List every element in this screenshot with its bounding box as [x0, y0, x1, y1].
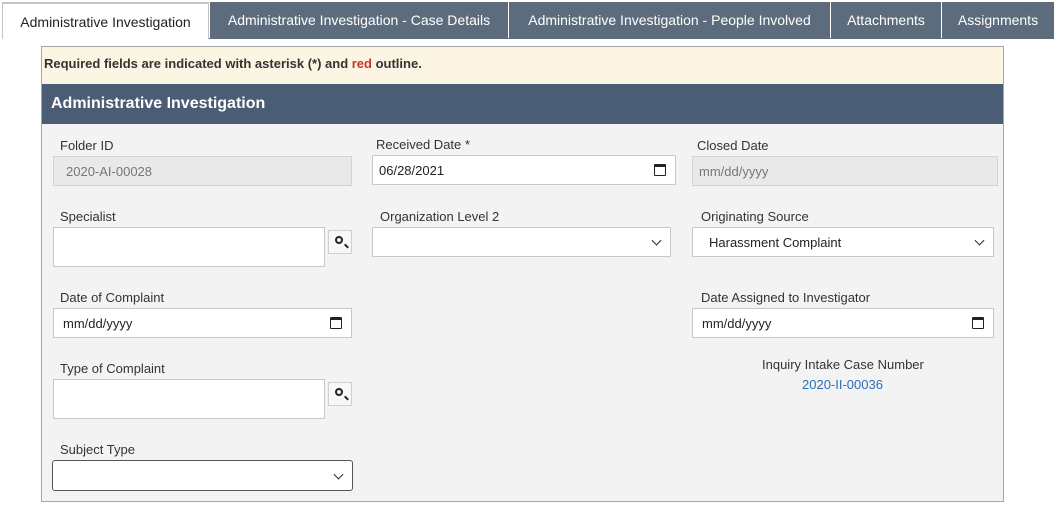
tab-administrative-investigation[interactable]: Administrative Investigation: [2, 2, 209, 39]
date-of-complaint-label: Date of Complaint: [60, 290, 165, 305]
originating-source-value: Harassment Complaint: [709, 234, 842, 250]
chevron-down-icon: [651, 235, 662, 246]
folder-id-value: 2020-AI-00028: [66, 163, 153, 179]
specialist-field[interactable]: [53, 227, 325, 267]
date-assigned-value: mm/dd/yyyy: [702, 315, 772, 331]
date-assigned-field[interactable]: mm/dd/yyyy: [692, 308, 994, 338]
tab-people-involved[interactable]: Administrative Investigation - People In…: [508, 2, 830, 39]
inquiry-intake-link[interactable]: 2020-II-00036: [802, 377, 883, 392]
date-assigned-label: Date Assigned to Investigator: [701, 290, 871, 305]
calendar-icon[interactable]: [330, 317, 342, 329]
type-of-complaint-field[interactable]: [53, 379, 325, 419]
required-fields-notice: Required fields are indicated with aster…: [42, 47, 1003, 84]
type-of-complaint-search-button[interactable]: [328, 382, 352, 406]
tab-attachments[interactable]: Attachments: [830, 2, 941, 39]
tab-bar: Administrative Investigation Administrat…: [0, 0, 1054, 39]
chevron-down-icon: [333, 469, 344, 480]
folder-id-field: 2020-AI-00028: [53, 156, 352, 186]
org-level-2-label: Organization Level 2: [380, 209, 500, 224]
calendar-icon[interactable]: [972, 317, 984, 329]
received-date-field[interactable]: 06/28/2021: [372, 155, 676, 185]
section-title: Administrative Investigation: [42, 84, 1003, 124]
chevron-down-icon: [974, 235, 985, 246]
calendar-icon[interactable]: [654, 164, 666, 176]
specialist-search-button[interactable]: [328, 230, 352, 254]
subject-type-select[interactable]: [52, 460, 353, 491]
notice-suffix: outline.: [371, 56, 422, 71]
notice-red-word: red: [351, 56, 372, 71]
tab-assignments[interactable]: Assignments: [941, 2, 1054, 39]
form-panel: Required fields are indicated with aster…: [41, 46, 1004, 502]
date-of-complaint-field[interactable]: mm/dd/yyyy: [53, 308, 352, 338]
type-of-complaint-label: Type of Complaint: [60, 361, 165, 376]
closed-date-field: mm/dd/yyyy: [692, 156, 998, 186]
tab-case-details[interactable]: Administrative Investigation - Case Deta…: [209, 2, 508, 39]
search-icon: [335, 388, 343, 396]
received-date-label: Received Date *: [376, 137, 470, 152]
date-of-complaint-value: mm/dd/yyyy: [63, 315, 133, 331]
notice-prefix: Required fields are indicated with aster…: [44, 56, 352, 71]
received-date-value: 06/28/2021: [379, 162, 445, 178]
org-level-2-select[interactable]: [372, 227, 671, 257]
closed-date-label: Closed Date: [697, 138, 769, 153]
inquiry-intake-label: Inquiry Intake Case Number: [762, 357, 924, 372]
closed-date-value: mm/dd/yyyy: [699, 163, 769, 179]
tab-divider: [209, 38, 1054, 39]
folder-id-label: Folder ID: [60, 138, 114, 153]
originating-source-label: Originating Source: [701, 209, 809, 224]
search-icon: [335, 236, 343, 244]
subject-type-label: Subject Type: [60, 442, 135, 457]
specialist-label: Specialist: [60, 209, 116, 224]
originating-source-select[interactable]: Harassment Complaint: [692, 227, 994, 257]
